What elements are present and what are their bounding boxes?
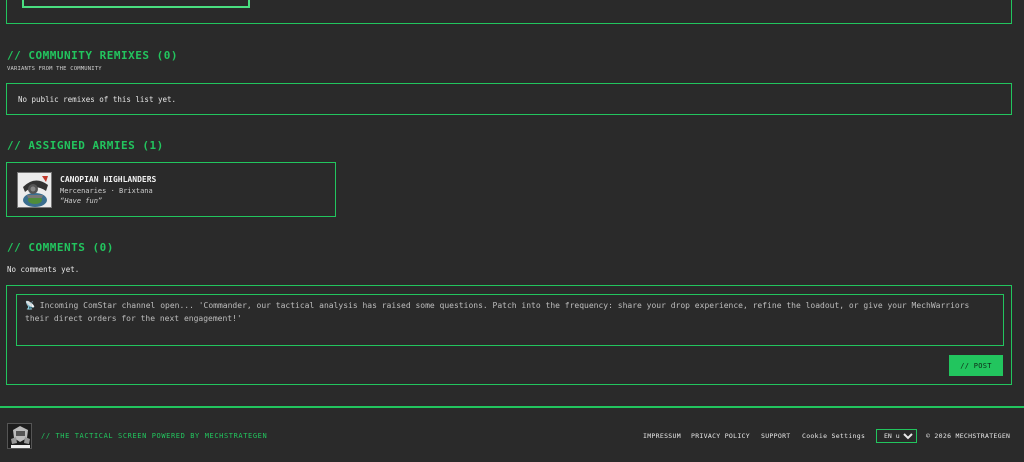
army-card[interactable]: CANOPIAN HIGHLANDERS Mercenaries · Brixt… (6, 162, 336, 217)
comments-heading: // COMMENTS (0) (7, 241, 114, 254)
language-select[interactable]: EN us (876, 429, 917, 443)
cookie-settings-link[interactable]: Cookie Settings (802, 432, 865, 440)
privacy-policy-link[interactable]: PRIVACY POLICY (691, 432, 750, 440)
footer-tagline: // THE TACTICAL SCREEN POWERED BY MECHST… (41, 432, 268, 440)
copyright-text: © 2026 MECHSTRATEGEN (926, 432, 1011, 440)
comment-input[interactable] (16, 294, 1004, 346)
no-comments-text: No comments yet. (7, 265, 80, 274)
army-subtitle: Mercenaries · Brixtana (60, 187, 153, 195)
assigned-armies-heading: // ASSIGNED ARMIES (1) (7, 139, 164, 152)
impressum-link[interactable]: IMPRESSUM (643, 432, 681, 440)
mechstrategen-logo-icon (8, 424, 31, 448)
army-emblem-icon (18, 173, 51, 207)
army-name: CANOPIAN HIGHLANDERS (60, 175, 157, 184)
community-remixes-box: No public remixes of this list yet. (6, 83, 1012, 115)
post-button[interactable]: // POST (949, 355, 1003, 376)
previous-section-inner-box (22, 0, 250, 8)
support-link[interactable]: SUPPORT (761, 432, 791, 440)
page: // COMMUNITY REMIXES (0) VARIANTS FROM T… (0, 0, 1024, 462)
footer-divider (0, 406, 1024, 408)
no-remixes-text: No public remixes of this list yet. (18, 95, 177, 104)
community-remixes-subheading: VARIANTS FROM THE COMMUNITY (7, 66, 102, 72)
army-avatar (17, 172, 52, 208)
community-remixes-heading: // COMMUNITY REMIXES (0) (7, 49, 178, 62)
comment-form: // POST (6, 285, 1012, 385)
army-quote: “Have fun” (60, 197, 103, 205)
footer-logo (7, 423, 32, 449)
